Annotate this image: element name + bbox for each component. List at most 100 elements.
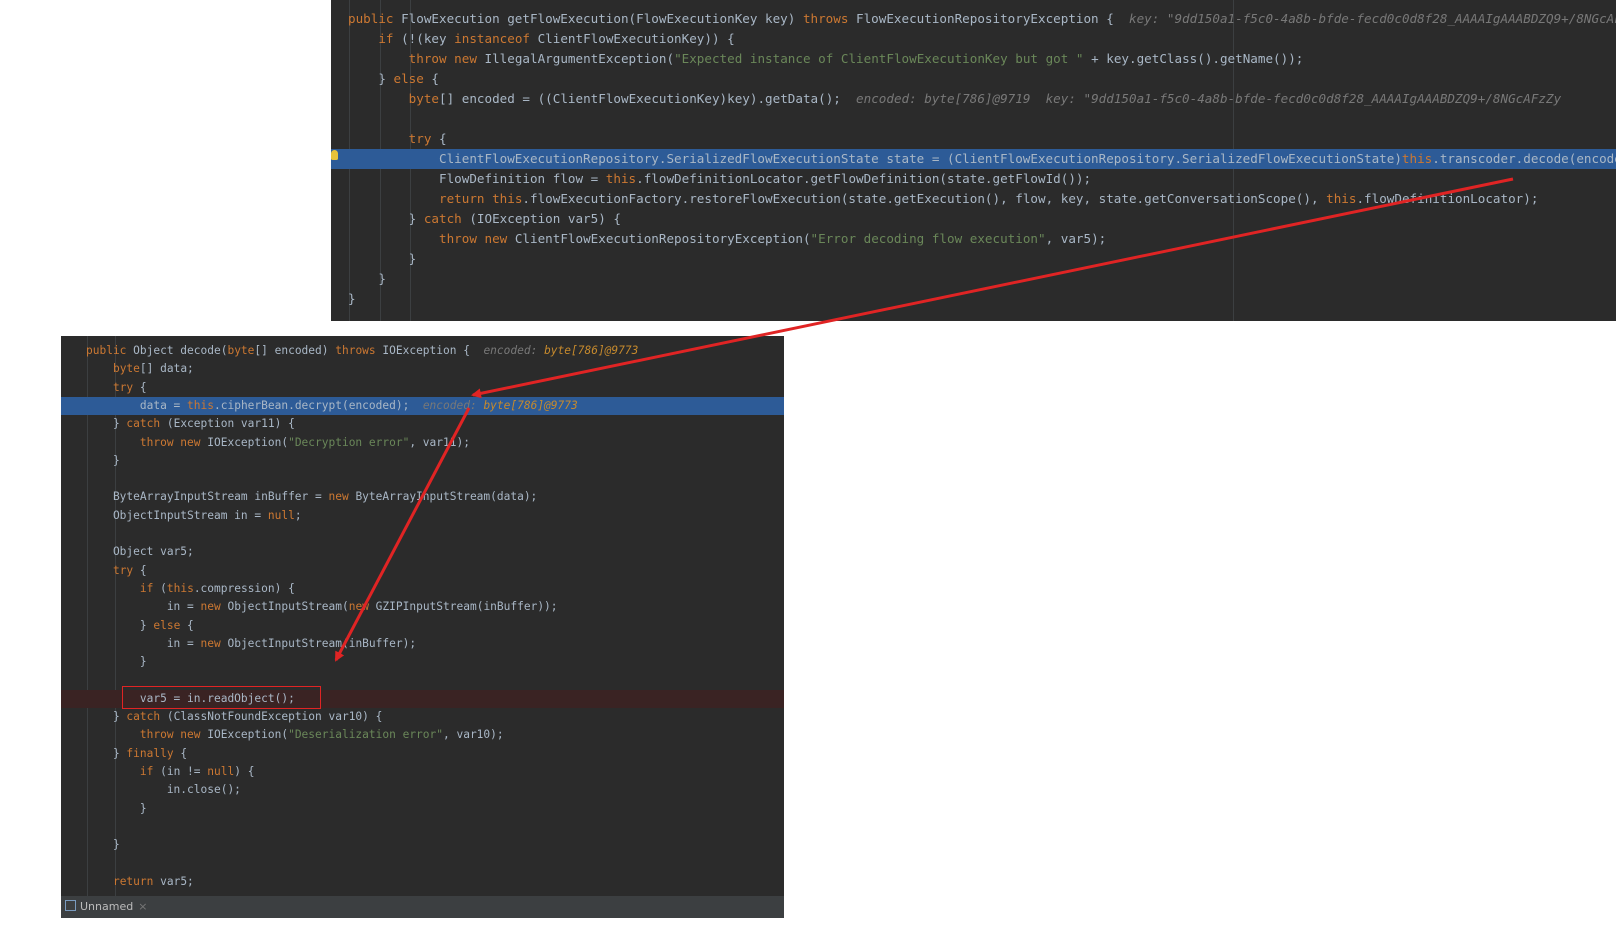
code-token: ClientFlowExecutionRepositoryException( <box>514 231 811 246</box>
code-token: .flowDefinitionLocator.getFlowDefinition… <box>636 171 1092 186</box>
code-token: .cipherBean.decrypt(encoded); <box>214 398 423 412</box>
code-token: null <box>207 764 235 778</box>
code-token: ClientFlowExecutionKey)) { <box>537 31 735 46</box>
code-token: { <box>431 71 440 86</box>
code-token: { <box>139 380 147 394</box>
code-line[interactable]: in.close(); <box>61 781 784 799</box>
code-token: IOException( <box>207 435 289 449</box>
current-execution-line[interactable]: ClientFlowExecutionRepository.Serialized… <box>331 149 1616 169</box>
code-token: catch <box>423 211 470 226</box>
code-token: in = <box>86 636 201 650</box>
readobject-highlight-box <box>122 686 321 709</box>
debug-inline-value: encoded: byte[786]@9719 key: "9dd150a1-f… <box>856 91 1562 106</box>
code-line[interactable]: throw new IOException("Decryption error"… <box>61 434 784 452</box>
code-token: } <box>86 801 147 815</box>
code-token: byte <box>408 91 440 106</box>
code-token: IOException { <box>382 344 484 357</box>
code-line[interactable]: if (this.compression) { <box>61 580 784 598</box>
code-line[interactable]: } <box>61 452 784 470</box>
code-line[interactable] <box>331 109 1616 129</box>
code-token: data = <box>86 398 188 412</box>
debug-inline-value: key: "9dd150a1-f5c0-4a8b-bfde-fecd0c0d8f… <box>1128 11 1616 26</box>
code-token: var5; <box>160 874 194 888</box>
close-tab-icon[interactable]: × <box>138 900 147 913</box>
code-token: if <box>378 31 402 46</box>
code-line[interactable]: in = new ObjectInputStream(new GZIPInput… <box>61 598 784 616</box>
tab-label[interactable]: Unnamed <box>80 900 133 913</box>
code-line[interactable]: throw new IllegalArgumentException("Expe… <box>331 49 1616 69</box>
editor-panel-decode[interactable]: public Object decode(byte[] encoded) thr… <box>61 336 784 918</box>
code-token: ObjectInputStream(inBuffer); <box>227 636 417 650</box>
code-line[interactable]: public FlowExecution getFlowExecution(Fl… <box>331 9 1616 29</box>
code-line[interactable]: try { <box>61 379 784 397</box>
code-token: new <box>200 600 228 614</box>
code-line[interactable]: Object var5; <box>61 543 784 561</box>
code-line[interactable]: } <box>61 800 784 818</box>
code-line[interactable]: if (in != null) { <box>61 763 784 781</box>
code-line[interactable]: try { <box>61 562 784 580</box>
code-token: , var5); <box>1045 231 1107 246</box>
code-token: null <box>267 508 295 522</box>
status-bar: Unnamed × <box>61 896 784 918</box>
code-line[interactable]: } else { <box>331 69 1616 89</box>
code-token: ( <box>160 581 167 595</box>
code-line[interactable]: if (!(key instanceof ClientFlowExecution… <box>331 29 1616 49</box>
code-line[interactable]: ObjectInputStream in = null; <box>61 507 784 525</box>
code-line[interactable]: } catch (Exception var11) { <box>61 415 784 433</box>
code-token: (ClassNotFoundException var10) { <box>166 710 383 723</box>
code-line[interactable]: try { <box>331 129 1616 149</box>
code-token: .transcoder.decode(encoded); <box>1432 151 1616 166</box>
code-line[interactable]: ByteArrayInputStream inBuffer = new Byte… <box>61 488 784 506</box>
code-line[interactable]: } else { <box>61 617 784 635</box>
current-execution-line[interactable]: data = this.cipherBean.decrypt(encoded);… <box>61 396 784 415</box>
code-line[interactable]: } <box>61 836 784 854</box>
code-line[interactable]: FlowDefinition flow = this.flowDefinitio… <box>331 169 1616 189</box>
code-token: catch <box>126 710 167 723</box>
code-token: FlowExecutionRepositoryException { <box>856 11 1129 26</box>
code-line[interactable]: throw new ClientFlowExecutionRepositoryE… <box>331 229 1616 249</box>
code-line[interactable]: byte[] encoded = ((ClientFlowExecutionKe… <box>331 89 1616 109</box>
lightbulb-icon[interactable] <box>331 150 338 160</box>
code-token: "Expected instance of ClientFlowExecutio… <box>674 51 1084 66</box>
code-token: ) { <box>234 764 255 778</box>
code-line[interactable]: } catch (IOException var5) { <box>331 209 1616 229</box>
code-token: throw new <box>408 51 485 66</box>
code-token: throw new <box>439 231 515 246</box>
code-line[interactable]: } <box>61 653 784 671</box>
debug-inline-value: byte[786]@9773 <box>483 398 578 412</box>
code-line[interactable]: in = new ObjectInputStream(inBuffer); <box>61 635 784 653</box>
code-line[interactable]: } <box>331 249 1616 269</box>
code-line[interactable] <box>61 525 784 543</box>
debug-inline-value: byte[786]@9773 <box>544 344 639 357</box>
code-token: ByteArrayInputStream(data); <box>355 490 538 504</box>
editor-panel-getflowexecution[interactable]: public FlowExecution getFlowExecution(Fl… <box>331 0 1616 321</box>
code-token: "Decryption error" <box>288 435 410 449</box>
code-line[interactable]: throw new IOException("Deserialization e… <box>61 726 784 744</box>
code-token: if <box>139 581 161 595</box>
code-line[interactable] <box>61 818 784 836</box>
code-token: this <box>187 398 214 412</box>
code-token: (!(key <box>401 31 455 46</box>
code-line[interactable]: return this.flowExecutionFactory.restore… <box>331 189 1616 209</box>
code-line[interactable]: public Object decode(byte[] encoded) thr… <box>61 342 784 360</box>
code-token: (Exception var11) { <box>166 417 295 431</box>
code-token: else <box>153 618 188 632</box>
code-line[interactable]: } <box>331 269 1616 289</box>
code-token: throws <box>335 344 383 357</box>
code-line[interactable]: } <box>331 289 1616 309</box>
debug-inline-value: encoded: <box>483 344 545 357</box>
code-token: } <box>86 746 127 760</box>
code-line[interactable] <box>61 854 784 872</box>
code-line[interactable]: return var5; <box>61 873 784 891</box>
code-line[interactable]: byte[] data; <box>61 360 784 378</box>
code-line[interactable] <box>61 470 784 488</box>
code-token: { <box>187 618 194 632</box>
code-line[interactable]: } finally { <box>61 745 784 763</box>
code-token: .compression) { <box>193 581 295 595</box>
code-token: [] encoded = ((ClientFlowExecutionKey)ke… <box>439 91 857 106</box>
code-line[interactable]: } catch (ClassNotFoundException var10) { <box>61 708 784 726</box>
